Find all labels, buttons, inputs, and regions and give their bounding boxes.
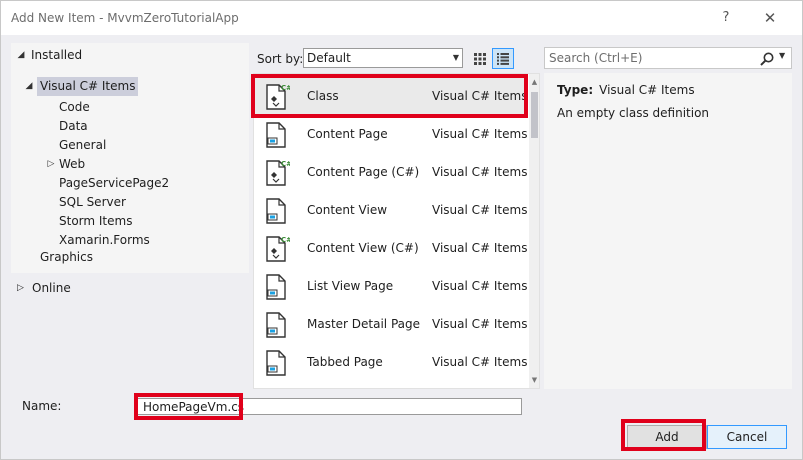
- title-bar: Add New Item - MvvmZeroTutorialApp ? ✕: [1, 1, 802, 35]
- tree-item-label: Visual C# Items: [37, 77, 139, 96]
- list-item[interactable]: C# Class Visual C# Items: [254, 77, 528, 115]
- tree-item-data[interactable]: Data: [59, 117, 88, 136]
- tree-item-label: Installed: [31, 48, 83, 62]
- item-name: List View Page: [307, 279, 394, 293]
- tree-item-label: Data: [59, 119, 88, 133]
- list-item[interactable]: C# Content View (C#) Visual C# Items: [254, 229, 528, 267]
- tree-item-web[interactable]: ▷ Web: [48, 155, 86, 174]
- item-category: Visual C# Items: [432, 241, 528, 255]
- item-category: Visual C# Items: [432, 317, 528, 331]
- scroll-thumb[interactable]: [531, 92, 538, 138]
- item-description: An empty class definition: [557, 106, 710, 120]
- close-button[interactable]: ✕: [757, 7, 783, 29]
- csharp-class-icon: C#: [266, 84, 290, 110]
- type-value: Visual C# Items: [599, 83, 695, 97]
- xaml-page-icon: [266, 198, 286, 224]
- name-input[interactable]: [143, 399, 513, 414]
- search-icon[interactable]: [759, 51, 775, 67]
- tree-item-label: General: [59, 138, 107, 152]
- add-new-item-dialog: Add New Item - MvvmZeroTutorialApp ? ✕ ◢…: [0, 0, 803, 460]
- search-box[interactable]: ▼: [544, 47, 792, 69]
- item-category: Visual C# Items: [432, 89, 528, 103]
- list-view-button[interactable]: [492, 48, 514, 69]
- list-view-icon: [497, 52, 509, 65]
- svg-text:C#: C#: [281, 388, 290, 389]
- search-options-chevron-icon[interactable]: ▼: [779, 51, 785, 60]
- tree-item-label: Storm Items: [59, 214, 133, 228]
- tree-item-label: Online: [32, 281, 71, 295]
- xaml-page-icon: [266, 350, 286, 376]
- tree-item-label: Code: [59, 100, 90, 114]
- item-name: Tabbed Page: [307, 355, 383, 369]
- cancel-button[interactable]: Cancel: [707, 425, 787, 449]
- name-field[interactable]: [137, 398, 522, 415]
- item-name: Content View (C#): [307, 241, 419, 255]
- help-button[interactable]: ?: [713, 7, 739, 29]
- svg-text:C#: C#: [281, 84, 290, 92]
- expanded-arrow-icon[interactable]: ◢: [23, 77, 35, 96]
- item-name: Master Detail Page: [307, 317, 421, 331]
- csharp-page-icon: C#: [266, 236, 290, 262]
- item-category: Visual C# Items: [432, 279, 528, 293]
- name-label: Name:: [22, 399, 62, 413]
- list-item[interactable]: Tabbed Page Visual C# Items: [254, 343, 528, 381]
- template-list: C# Class Visual C# Items Content Page Visual…: [253, 73, 540, 389]
- grid-view-button[interactable]: [469, 48, 491, 69]
- svg-text:C#: C#: [281, 236, 290, 244]
- collapsed-arrow-icon[interactable]: ▷: [45, 155, 57, 174]
- item-category: Visual C# Items: [432, 355, 528, 369]
- sort-select[interactable]: Default ▼: [303, 48, 463, 68]
- list-item[interactable]: Content Page Visual C# Items: [254, 115, 528, 153]
- template-tree: ◢ Installed ◢ Visual C# Items Code Data Ge…: [11, 43, 249, 273]
- sort-label: Sort by:: [257, 52, 304, 66]
- tree-item-general[interactable]: General: [59, 136, 106, 155]
- tree-item-storm-items[interactable]: Storm Items: [59, 212, 132, 231]
- item-name: Class: [307, 89, 339, 103]
- item-name: Content Page (C#): [307, 165, 420, 179]
- tree-item-graphics[interactable]: Graphics: [40, 248, 93, 267]
- tree-item-label: Graphics: [40, 250, 93, 264]
- list-item[interactable]: C# Content Page (C#) Visual C# Items: [254, 153, 528, 191]
- xaml-page-icon: [266, 312, 286, 338]
- tree-item-label: SQL Server: [59, 195, 126, 209]
- chevron-down-icon: ▼: [452, 53, 459, 62]
- tree-item-label: Web: [59, 157, 86, 171]
- scroll-down-icon[interactable]: ▼: [529, 374, 539, 386]
- csharp-page-icon: C#: [266, 160, 290, 186]
- item-category: Visual C# Items: [432, 127, 528, 141]
- sort-value: Default: [307, 51, 351, 65]
- xaml-page-icon: [266, 122, 286, 148]
- window-title: Add New Item - MvvmZeroTutorialApp: [11, 11, 239, 25]
- tree-item-label: PageServicePage2: [59, 176, 170, 190]
- type-label: Type:: [557, 83, 594, 97]
- list-item[interactable]: Content View Visual C# Items: [254, 191, 528, 229]
- tree-item-code[interactable]: Code: [59, 98, 90, 117]
- item-name: Content View: [307, 203, 388, 217]
- csharp-page-icon: C#: [262, 387, 290, 389]
- list-item[interactable]: List View Page Visual C# Items: [254, 267, 528, 305]
- list-scrollbar[interactable]: ▲ ▼: [529, 74, 539, 388]
- add-button[interactable]: Add: [627, 425, 707, 449]
- search-input[interactable]: [549, 50, 749, 66]
- type-line: Type: Visual C# Items: [557, 83, 695, 97]
- list-item[interactable]: Master Detail Page Visual C# Items: [254, 305, 528, 343]
- item-category: Visual C# Items: [432, 203, 528, 217]
- xaml-page-icon: [266, 274, 286, 300]
- grid-view-icon: [474, 52, 486, 65]
- scroll-up-icon[interactable]: ▲: [529, 76, 539, 88]
- tree-item-sql-server[interactable]: SQL Server: [59, 193, 126, 212]
- svg-text:C#: C#: [281, 160, 290, 168]
- collapsed-arrow-icon[interactable]: ▷: [17, 279, 24, 298]
- tree-item-label: Xamarin.Forms: [59, 233, 150, 247]
- expanded-arrow-icon[interactable]: ◢: [15, 46, 27, 65]
- item-category: Visual C# Items: [432, 165, 528, 179]
- details-panel: Type: Visual C# Items An empty class defi…: [544, 73, 792, 389]
- item-name: Content Page: [307, 127, 388, 141]
- list-item-partial[interactable]: C#: [254, 381, 528, 389]
- tree-item-pageservicepage2[interactable]: PageServicePage2: [59, 174, 169, 193]
